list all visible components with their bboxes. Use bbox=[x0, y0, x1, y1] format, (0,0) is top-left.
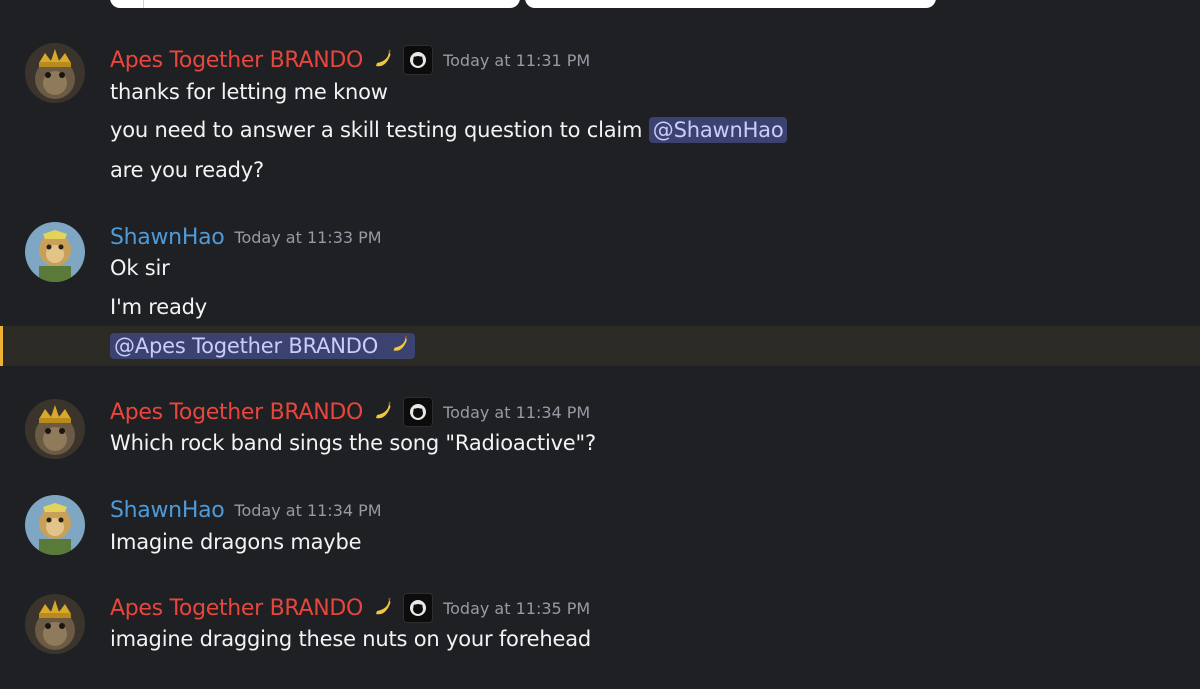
avatar-brando[interactable] bbox=[25, 399, 85, 459]
message-header: ShawnHao Today at 11:34 PM bbox=[110, 495, 382, 525]
ape-avatar-icon bbox=[25, 495, 85, 555]
message-text: @Apes Together BRANDO bbox=[110, 333, 415, 359]
message-header: Apes Together BRANDO Today at 11:34 PM bbox=[110, 397, 590, 427]
avatar-brando[interactable] bbox=[25, 594, 85, 654]
ape-badge-icon[interactable] bbox=[403, 593, 434, 623]
banana-emoji-icon bbox=[393, 335, 407, 351]
message-text: thanks for letting me know bbox=[110, 80, 388, 104]
ape-badge-icon[interactable] bbox=[403, 397, 434, 427]
ape-king-avatar-icon bbox=[25, 43, 85, 103]
message-text: Imagine dragons maybe bbox=[110, 530, 362, 554]
banana-emoji-icon bbox=[376, 597, 391, 615]
username[interactable]: Apes Together BRANDO bbox=[110, 48, 363, 73]
avatar-shawnhao[interactable] bbox=[25, 222, 85, 282]
embed-cards-partial bbox=[110, 0, 940, 8]
mention-label: @Apes Together BRANDO bbox=[114, 334, 379, 358]
message-text-segment: you need to answer a skill testing quest… bbox=[110, 118, 649, 142]
timestamp: Today at 11:31 PM bbox=[443, 50, 591, 70]
message-header: Apes Together BRANDO Today at 11:35 PM bbox=[110, 593, 590, 623]
avatar-brando[interactable] bbox=[25, 43, 85, 103]
banana-emoji-icon bbox=[376, 401, 391, 419]
message-text: you need to answer a skill testing quest… bbox=[110, 117, 788, 143]
ape-king-avatar-icon bbox=[25, 399, 85, 459]
message-header: ShawnHao Today at 11:33 PM bbox=[110, 222, 382, 252]
username[interactable]: Apes Together BRANDO bbox=[110, 400, 363, 425]
avatar-shawnhao[interactable] bbox=[25, 495, 85, 555]
message-text: Ok sir bbox=[110, 256, 170, 280]
message-text: I'm ready bbox=[110, 295, 208, 319]
user-mention[interactable]: @ShawnHao bbox=[648, 117, 788, 143]
ape-king-avatar-icon bbox=[25, 594, 85, 654]
embed-card-right[interactable] bbox=[525, 0, 936, 8]
message-text: are you ready? bbox=[110, 158, 264, 182]
message-text: Which rock band sings the song "Radioact… bbox=[110, 431, 596, 455]
embed-card-left[interactable] bbox=[110, 0, 520, 8]
timestamp: Today at 11:34 PM bbox=[234, 500, 382, 520]
timestamp: Today at 11:34 PM bbox=[443, 402, 591, 422]
embed-divider bbox=[143, 0, 144, 8]
ape-badge-icon[interactable] bbox=[403, 45, 434, 75]
username[interactable]: ShawnHao bbox=[110, 225, 225, 250]
ape-avatar-icon bbox=[25, 222, 85, 282]
username[interactable]: ShawnHao bbox=[110, 498, 225, 523]
mention-highlight-bar bbox=[0, 326, 3, 366]
user-mention[interactable]: @Apes Together BRANDO bbox=[110, 333, 415, 359]
timestamp: Today at 11:33 PM bbox=[234, 227, 382, 247]
timestamp: Today at 11:35 PM bbox=[443, 598, 591, 618]
message-text: imagine dragging these nuts on your fore… bbox=[110, 627, 592, 651]
message-header: Apes Together BRANDO Today at 11:31 PM bbox=[110, 45, 590, 75]
chat-pane: Apes Together BRANDO Today at 11:31 PM t… bbox=[0, 0, 1200, 689]
username[interactable]: Apes Together BRANDO bbox=[110, 596, 363, 621]
banana-emoji-icon bbox=[376, 49, 391, 67]
